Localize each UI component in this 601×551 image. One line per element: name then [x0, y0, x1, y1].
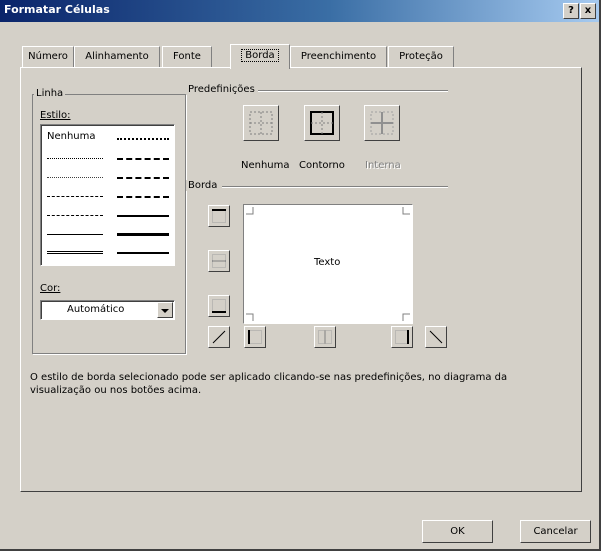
close-button[interactable]: x: [580, 3, 596, 19]
dialog-title: Formatar Células: [4, 3, 110, 16]
border-diagonal-down-button[interactable]: [425, 326, 447, 348]
tab-borda-label: Borda: [241, 49, 279, 62]
tab-fonte[interactable]: Fonte: [162, 46, 212, 67]
predefinicoes-legend: Predefinições: [186, 84, 257, 95]
linha-legend: Linha: [34, 88, 66, 99]
tab-numero[interactable]: Número: [22, 46, 74, 67]
border-top-button[interactable]: [208, 205, 230, 227]
border-top-icon: [212, 209, 226, 223]
border-horizontal-icon: [212, 254, 226, 268]
cor-label: Cor:: [40, 283, 61, 294]
preset-inside-label: Interna: [365, 160, 401, 171]
border-middle-vertical-button[interactable]: [314, 326, 336, 348]
diagonal-down-icon: [429, 330, 443, 344]
line-style-medium-dash-dot[interactable]: [117, 177, 169, 179]
line-style-dash-dot[interactable]: [47, 196, 103, 197]
border-bottom-button[interactable]: [208, 295, 230, 317]
chevron-down-icon[interactable]: [157, 302, 173, 318]
border-left-button[interactable]: [244, 326, 266, 348]
help-button[interactable]: ?: [563, 3, 579, 19]
line-style-none[interactable]: Nenhuma: [47, 131, 96, 142]
border-diagonal-up-button[interactable]: [208, 326, 230, 348]
line-style-medium-2[interactable]: [117, 252, 169, 254]
preset-none-label: Nenhuma: [241, 160, 290, 171]
line-style-dotted[interactable]: [47, 177, 103, 178]
preset-outline-button[interactable]: [304, 105, 340, 141]
preset-outline-label: Contorno: [299, 160, 345, 171]
tab-preenchimento[interactable]: Preenchimento: [290, 46, 387, 67]
border-preview-area[interactable]: Texto: [243, 204, 413, 324]
preset-none-icon: [249, 111, 273, 135]
line-style-thick[interactable]: [117, 233, 169, 236]
cancel-button[interactable]: Cancelar: [520, 520, 591, 543]
line-style-list[interactable]: Nenhuma: [40, 124, 175, 266]
border-right-button[interactable]: [391, 326, 413, 348]
line-style-medium[interactable]: [117, 215, 169, 217]
border-right-icon: [395, 330, 409, 344]
border-vertical-icon: [318, 330, 332, 344]
line-style-double[interactable]: [47, 251, 103, 254]
line-style-medium-dash-dot-dot[interactable]: [117, 138, 169, 140]
color-combobox[interactable]: Automático: [40, 300, 175, 320]
borda-legend: Borda: [186, 180, 220, 191]
line-style-thin[interactable]: [47, 234, 103, 235]
line-style-slant-dash-dot[interactable]: [117, 158, 169, 160]
line-style-dash-dot-dot[interactable]: [47, 215, 103, 216]
predefinicoes-separator: [258, 90, 448, 91]
preset-inside-icon: [370, 111, 394, 135]
border-middle-horizontal-button[interactable]: [208, 250, 230, 272]
preset-outline-icon: [310, 111, 334, 135]
borda-separator: [222, 186, 448, 187]
title-bar: Formatar Células ? x: [0, 0, 599, 22]
preview-text: Texto: [314, 257, 341, 268]
border-bottom-icon: [212, 299, 226, 313]
diagonal-up-icon: [212, 330, 226, 344]
help-description: O estilo de borda selecionado pode ser a…: [30, 372, 508, 396]
estilo-label: Estilo:: [40, 110, 71, 121]
preset-inside-button: [364, 105, 400, 141]
line-style-hairline[interactable]: [47, 158, 103, 159]
color-value: Automático: [67, 304, 125, 315]
border-left-icon: [248, 330, 262, 344]
tab-alinhamento[interactable]: Alinhamento: [74, 46, 160, 67]
tab-protecao[interactable]: Proteção: [388, 46, 454, 67]
line-style-medium-dashed[interactable]: [117, 196, 169, 198]
format-cells-dialog: Formatar Células ? x Número Alinhamento …: [0, 0, 601, 551]
ok-button[interactable]: OK: [422, 520, 493, 543]
tab-borda[interactable]: Borda: [230, 44, 290, 69]
preset-none-button[interactable]: [243, 105, 279, 141]
